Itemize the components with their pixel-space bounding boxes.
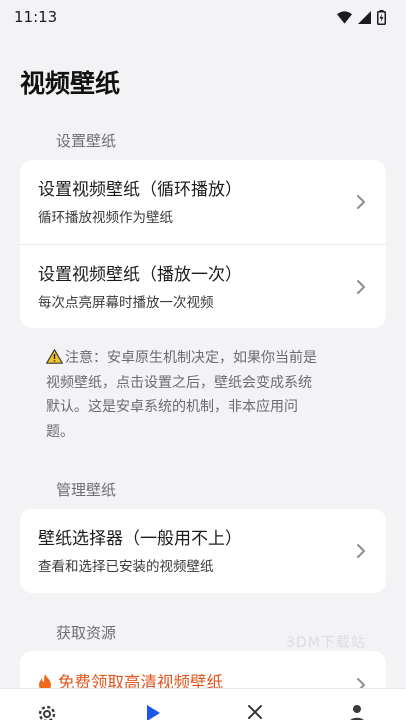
wallpaper-picker-item[interactable]: 壁纸选择器（一般用不上） 查看和选择已安装的视频壁纸 <box>20 509 386 593</box>
wifi-icon <box>337 10 352 24</box>
nav-play[interactable] <box>142 703 164 720</box>
notice-line: 默认。这是安卓系统的机制，非本应用问 <box>46 399 298 415</box>
play-icon <box>147 705 160 720</box>
notice-line: 视频壁纸，点击设置之后，壁纸会变成系统 <box>46 374 312 391</box>
signal-icon <box>358 10 371 24</box>
chevron-right-icon <box>357 544 365 558</box>
set-wallpaper-card: 设置视频壁纸（循环播放） 循环播放视频作为壁纸 设置视频壁纸（播放一次） 每次点… <box>20 160 386 328</box>
set-wallpaper-loop-item[interactable]: 设置视频壁纸（循环播放） 循环播放视频作为壁纸 <box>20 160 386 244</box>
notice-text: 注意：安卓原生机制决定，如果你当前是 视频壁纸，点击设置之后，壁纸会变成系统 默… <box>46 346 366 444</box>
manage-wallpaper-card: 壁纸选择器（一般用不上） 查看和选择已安装的视频壁纸 <box>20 509 386 593</box>
battery-charging-icon <box>377 9 386 25</box>
section-label-manage-wallpaper: 管理壁纸 <box>56 481 117 499</box>
item-title: 设置视频壁纸（循环播放） <box>38 180 242 200</box>
page-title: 视频壁纸 <box>20 69 121 98</box>
item-subtitle: 每次点亮屏幕时播放一次视频 <box>38 295 214 311</box>
item-subtitle: 查看和选择已安装的视频壁纸 <box>38 559 214 575</box>
notice-line: 题。 <box>46 423 74 440</box>
section-label-set-wallpaper: 设置壁纸 <box>56 132 117 150</box>
warning-icon <box>46 349 63 364</box>
chevron-right-icon <box>357 195 365 209</box>
item-title: 设置视频壁纸（播放一次） <box>38 265 242 285</box>
notice-line: 注意：安卓原生机制决定，如果你当前是 <box>65 350 317 366</box>
nav-settings[interactable] <box>36 703 58 720</box>
bottom-nav <box>0 688 406 720</box>
nav-close[interactable] <box>244 703 266 720</box>
item-title: 壁纸选择器（一般用不上） <box>38 529 242 549</box>
watermark: 3DM下载站 <box>286 635 366 651</box>
settings-icon <box>38 705 56 720</box>
item-subtitle: 循环播放视频作为壁纸 <box>38 210 173 226</box>
close-icon <box>248 705 262 719</box>
status-bar: 11:13 <box>0 0 406 34</box>
chevron-right-icon <box>357 279 365 294</box>
nav-user[interactable] <box>346 703 368 720</box>
set-wallpaper-once-item[interactable]: 设置视频壁纸（播放一次） 每次点亮屏幕时播放一次视频 <box>20 244 386 328</box>
status-time: 11:13 <box>14 8 58 26</box>
section-label-get-resources: 获取资源 <box>56 624 117 642</box>
status-icons <box>337 9 386 25</box>
user-icon <box>350 705 364 720</box>
